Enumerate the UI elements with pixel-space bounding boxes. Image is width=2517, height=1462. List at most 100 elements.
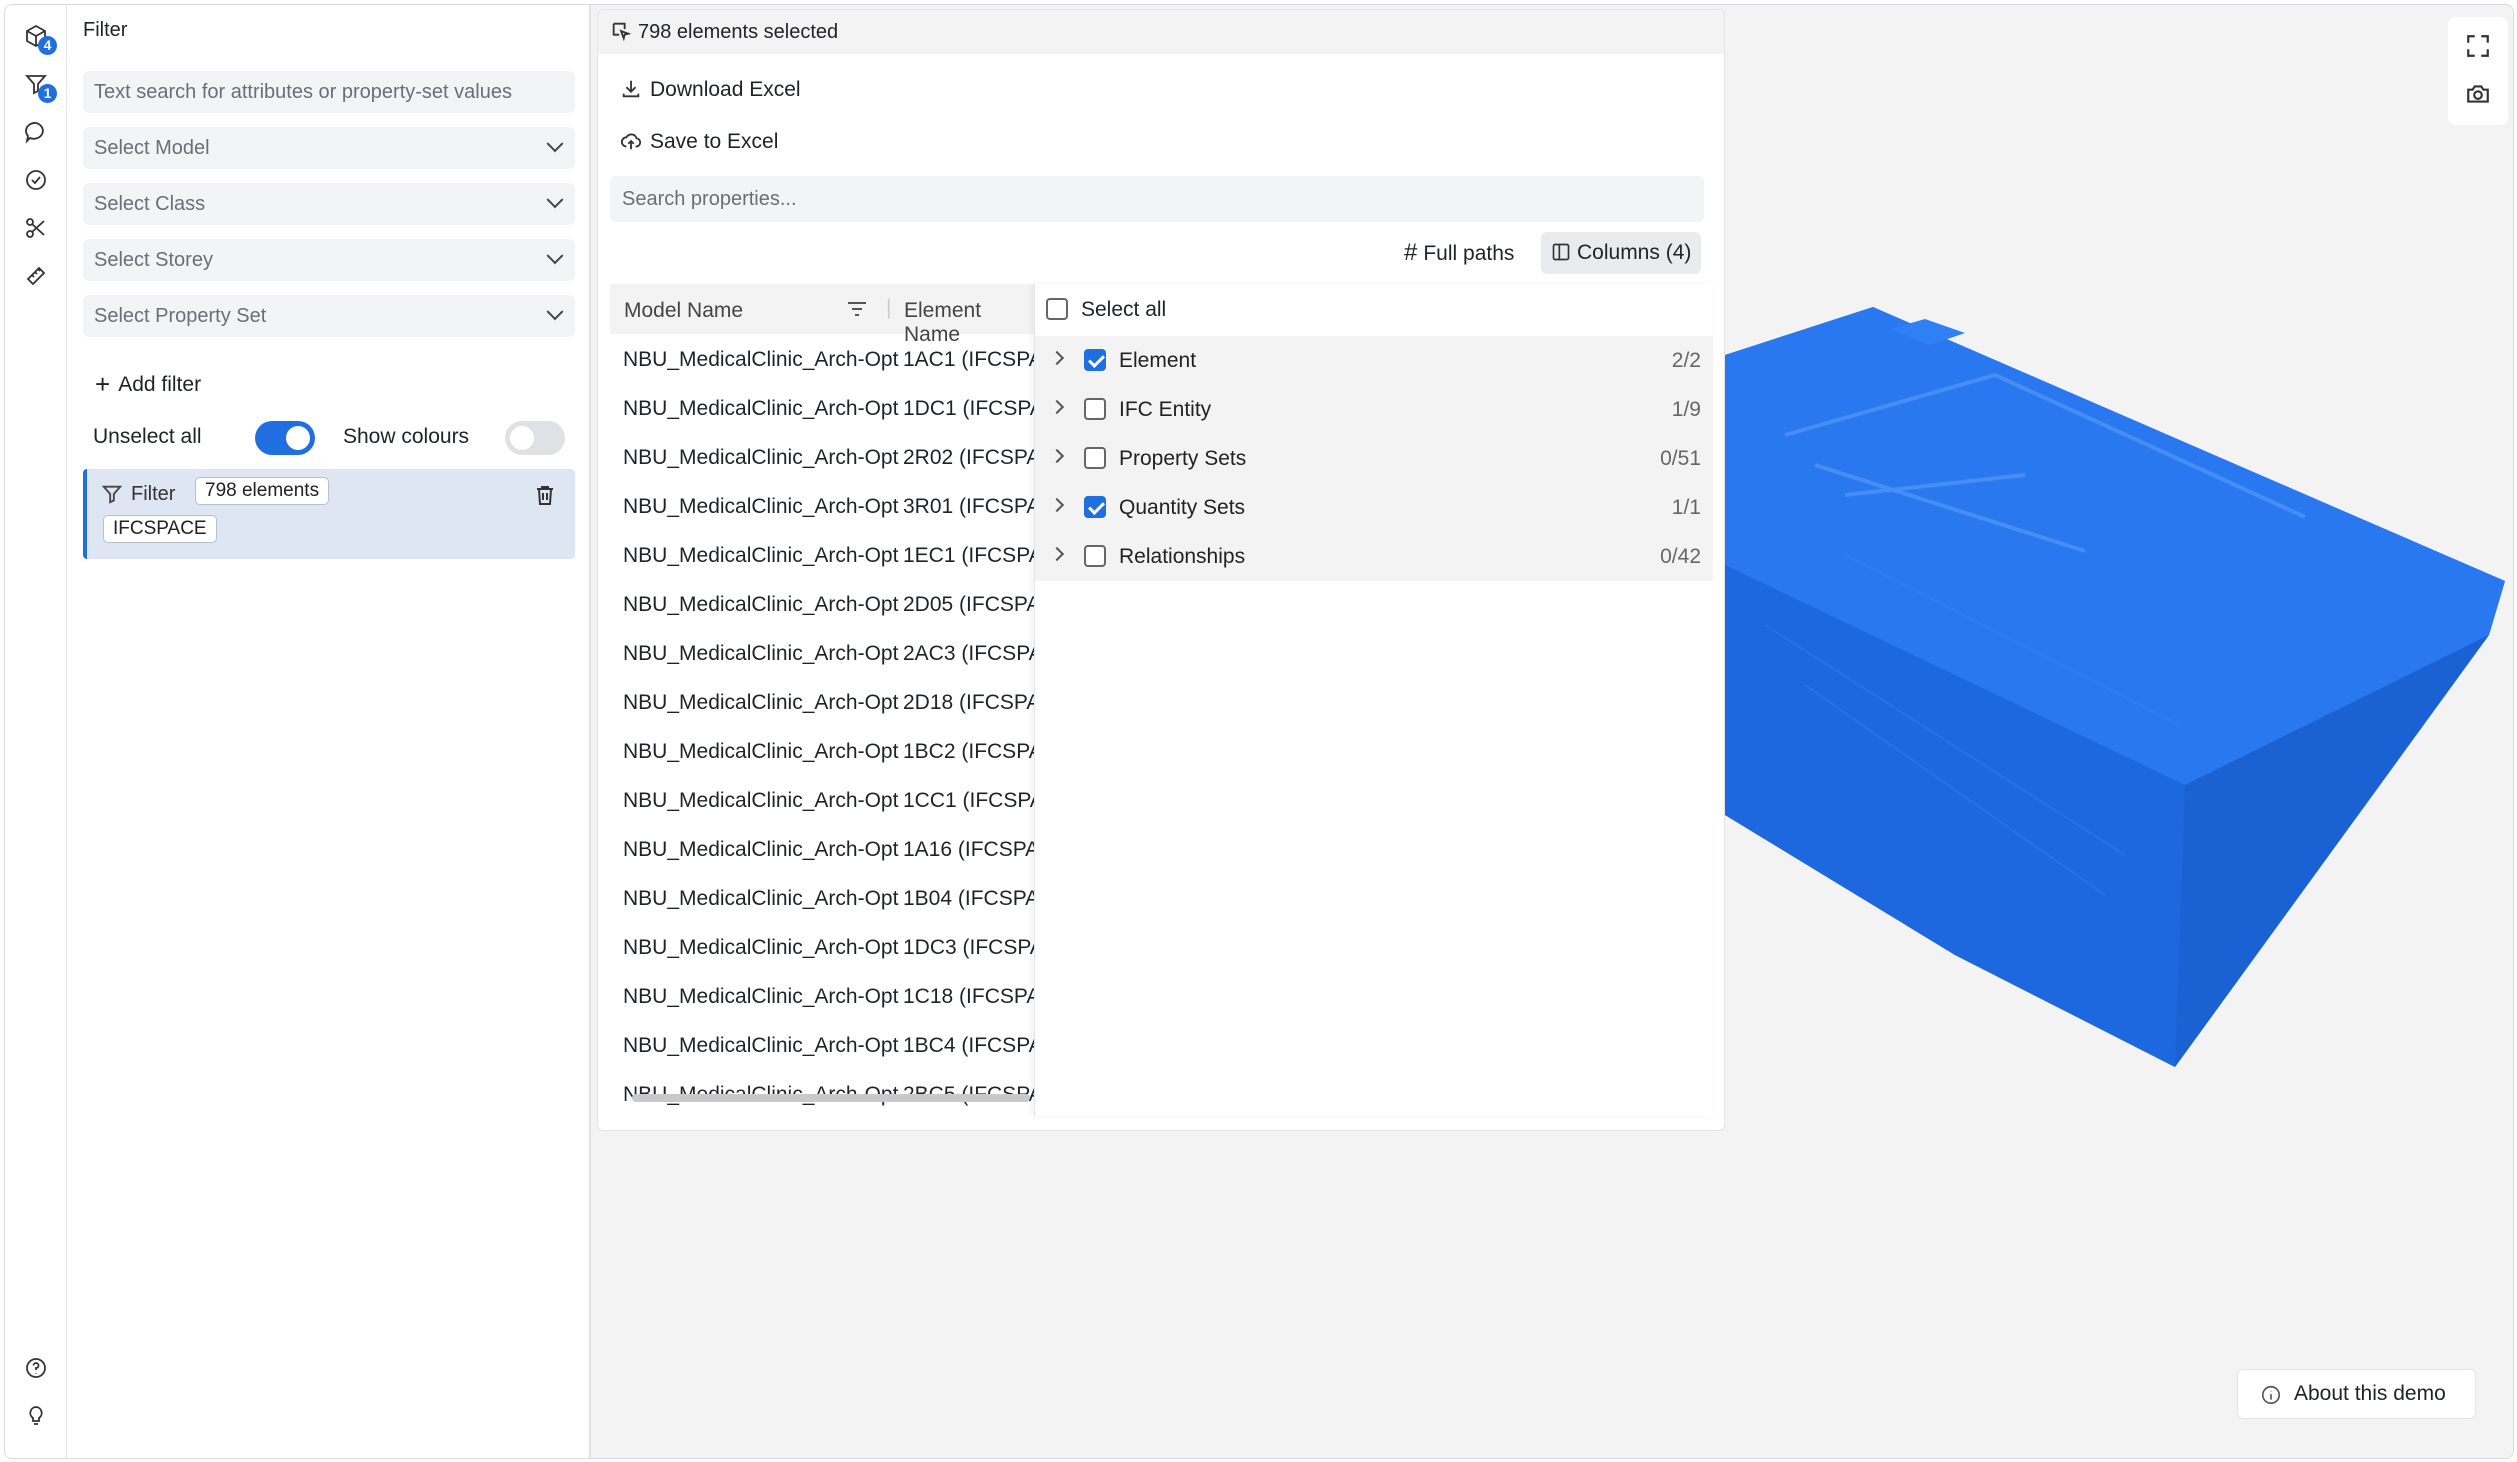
select-property-set-dropdown[interactable]: Select Property Set — [83, 295, 575, 337]
camera-icon[interactable] — [2465, 81, 2491, 107]
model-3d-view[interactable] — [1725, 255, 2514, 1105]
chevron-right-icon[interactable] — [1049, 399, 1065, 415]
chevron-right-icon[interactable] — [1049, 350, 1065, 366]
column-group-checkbox[interactable] — [1084, 398, 1106, 420]
column-group-relationships[interactable]: Relationships 0/42 — [1035, 532, 1713, 581]
table-row[interactable]: NBU_MedicalClinic_Arch-Opt2D05 (IFCSPACE… — [610, 579, 1034, 628]
column-group-label: IFC Entity — [1119, 398, 1212, 421]
measure-button[interactable] — [19, 259, 53, 293]
table-row[interactable]: NBU_MedicalClinic_Arch-Opt1A16 (IFCSPACE… — [610, 824, 1034, 873]
download-icon — [622, 80, 640, 98]
select-all-checkbox[interactable] — [1046, 298, 1068, 320]
column-group-label: Quantity Sets — [1119, 496, 1246, 519]
table-row[interactable]: NBU_MedicalClinic_Arch-Opt1CC1 (IFCSPACE… — [610, 775, 1034, 824]
check-circle-icon — [26, 170, 46, 190]
element-name-cell: 3R01 (IFCSPACE) — [903, 495, 1034, 518]
select-storey-dropdown[interactable]: Select Storey — [83, 239, 575, 281]
column-group-checkbox[interactable] — [1084, 447, 1106, 469]
select-model-dropdown[interactable]: Select Model — [83, 127, 575, 169]
add-filter-label: Add filter — [118, 373, 202, 396]
comment-icon — [25, 122, 44, 144]
table-row[interactable]: NBU_MedicalClinic_Arch-Opt2BC5 (IFCSPACE… — [610, 1069, 1034, 1116]
table-row[interactable]: NBU_MedicalClinic_Arch-Opt2D18 (IFCSPACE… — [610, 677, 1034, 726]
lightbulb-icon — [29, 1406, 43, 1425]
column-group-checkbox[interactable] — [1084, 496, 1106, 518]
table-row[interactable]: NBU_MedicalClinic_Arch-Opt2AC3 (IFCSPACE… — [610, 628, 1034, 677]
columns-button[interactable]: Columns (4) — [1541, 232, 1702, 274]
about-demo-label: About this demo — [2294, 1382, 2446, 1405]
selection-count: 798 elements selected — [638, 21, 839, 43]
selection-header: 798 elements selected — [598, 10, 1724, 54]
save-to-excel-label: Save to Excel — [650, 130, 779, 153]
help-button[interactable] — [19, 1351, 53, 1385]
table-row[interactable]: NBU_MedicalClinic_Arch-Opt2R02 (IFCSPACE… — [610, 432, 1034, 481]
active-filter-card[interactable]: Filter 798 elements IFCSPACE — [83, 469, 575, 559]
unselect-all-label: Unselect all — [93, 425, 202, 448]
property-search-input[interactable]: Search properties... — [610, 176, 1704, 222]
table-row[interactable]: NBU_MedicalClinic_Arch-Opt1DC1 (IFCSPACE… — [610, 383, 1034, 432]
section-button[interactable] — [19, 211, 53, 245]
column-group-property-sets[interactable]: Property Sets 0/51 — [1035, 434, 1713, 483]
column-divider: | — [886, 296, 892, 319]
about-demo-button[interactable]: About this demo — [2237, 1369, 2476, 1419]
columns-menu: Select all Element 2/2 IFC Entity 1/9 Proper… — [1034, 284, 1713, 1116]
issues-button[interactable] — [19, 163, 53, 197]
ruler-icon — [26, 266, 46, 286]
chevron-right-icon[interactable] — [1049, 497, 1065, 513]
table-row[interactable]: NBU_MedicalClinic_Arch-Opt3R01 (IFCSPACE… — [610, 481, 1034, 530]
filter-panel-title: Filter — [83, 19, 128, 41]
unselect-all-toggle[interactable] — [255, 421, 315, 455]
full-paths-button[interactable]: # Full paths — [1394, 232, 1524, 274]
sort-icon[interactable] — [845, 299, 869, 319]
save-to-excel-button[interactable]: Save to Excel — [620, 130, 778, 154]
column-group-count: 2/2 — [1671, 349, 1701, 372]
element-name-cell: 1AC1 (IFCSPACE) — [903, 348, 1034, 371]
column-group-checkbox[interactable] — [1084, 349, 1106, 371]
model-name-cell: NBU_MedicalClinic_Arch-Opt — [623, 446, 899, 469]
class-chip: IFCSPACE — [103, 515, 217, 543]
icon-rail: 4 1 — [5, 5, 67, 1458]
comments-button[interactable] — [19, 115, 53, 149]
column-group-quantity-sets[interactable]: Quantity Sets 1/1 — [1035, 483, 1713, 532]
select-class-label: Select Class — [94, 193, 206, 215]
table-row[interactable]: NBU_MedicalClinic_Arch-Opt1BC4 (IFCSPACE… — [610, 1020, 1034, 1069]
app-frame: 4 1 Filter Text search for attributes or… — [4, 4, 2514, 1459]
element-name-cell: 1A16 (IFCSPACE) — [903, 838, 1034, 861]
model-name-cell: NBU_MedicalClinic_Arch-Opt — [623, 985, 899, 1008]
table-row[interactable]: NBU_MedicalClinic_Arch-Opt1C18 (IFCSPACE… — [610, 971, 1034, 1020]
chevron-right-icon[interactable] — [1049, 448, 1065, 464]
table-row[interactable]: NBU_MedicalClinic_Arch-Opt1EC1 (IFCSPACE… — [610, 530, 1034, 579]
filter-button[interactable]: 1 — [19, 67, 57, 103]
column-group-ifc-entity[interactable]: IFC Entity 1/9 — [1035, 385, 1713, 434]
toggle-knob — [510, 426, 534, 450]
help-icon — [26, 1358, 46, 1378]
model-name-cell: NBU_MedicalClinic_Arch-Opt — [623, 887, 899, 910]
viewer-toolbar — [2448, 17, 2508, 125]
column-group-element[interactable]: Element 2/2 — [1035, 336, 1713, 385]
table-row[interactable]: NBU_MedicalClinic_Arch-Opt1BC2 (IFCSPACE… — [610, 726, 1034, 775]
model-name-header[interactable]: Model Name — [624, 299, 743, 323]
show-colours-toggle[interactable] — [505, 421, 565, 455]
chevron-right-icon[interactable] — [1049, 546, 1065, 562]
model-name-cell: NBU_MedicalClinic_Arch-Opt — [623, 838, 899, 861]
tips-button[interactable] — [19, 1399, 53, 1433]
models-button[interactable]: 4 — [19, 19, 57, 55]
select-class-dropdown[interactable]: Select Class — [83, 183, 575, 225]
table-row[interactable]: NBU_MedicalClinic_Arch-Opt1DC3 (IFCSPACE… — [610, 922, 1034, 971]
element-name-cell: 1BC2 (IFCSPACE) — [903, 740, 1034, 763]
trash-icon[interactable] — [533, 483, 557, 507]
fullscreen-icon[interactable] — [2465, 33, 2491, 59]
attribute-search-input[interactable]: Text search for attributes or property-s… — [83, 71, 575, 113]
model-name-cell: NBU_MedicalClinic_Arch-Opt — [623, 544, 899, 567]
select-all-label: Select all — [1081, 298, 1167, 321]
table-row[interactable]: NBU_MedicalClinic_Arch-Opt1AC1 (IFCSPACE… — [610, 334, 1034, 383]
model-name-cell: NBU_MedicalClinic_Arch-Opt — [623, 593, 899, 616]
table-row[interactable]: NBU_MedicalClinic_Arch-Opt1B04 (IFCSPACE… — [610, 873, 1034, 922]
model-name-cell: NBU_MedicalClinic_Arch-Opt — [623, 348, 899, 371]
add-filter-button[interactable]: + Add filter — [95, 369, 201, 400]
select-property-set-label: Select Property Set — [94, 305, 267, 327]
horizontal-scrollbar[interactable] — [632, 1094, 1030, 1102]
element-name-cell: 1DC1 (IFCSPACE) — [903, 397, 1034, 420]
download-excel-button[interactable]: Download Excel — [620, 78, 801, 102]
column-group-checkbox[interactable] — [1084, 545, 1106, 567]
